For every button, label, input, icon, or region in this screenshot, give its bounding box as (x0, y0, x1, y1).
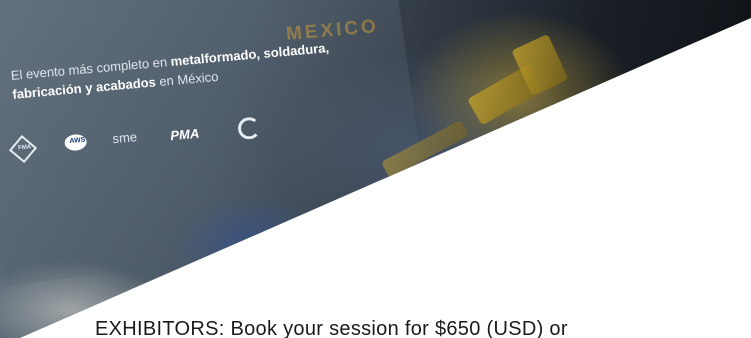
hero-banner-image: MEXICO El evento más completo en metalfo… (0, 0, 751, 338)
pma-logo: PMA (169, 125, 200, 144)
tagline-text-end: en México (155, 68, 220, 90)
aws-logo: AWS (63, 133, 88, 152)
sme-logo: sme (111, 129, 138, 147)
exhibitors-cta-text: EXHIBITORS: Book your session for $650 (… (95, 318, 568, 338)
fma-logo: FMA (8, 134, 38, 164)
page: MEXICO El evento más completo en metalfo… (0, 0, 751, 338)
canacintra-logo (237, 116, 261, 141)
